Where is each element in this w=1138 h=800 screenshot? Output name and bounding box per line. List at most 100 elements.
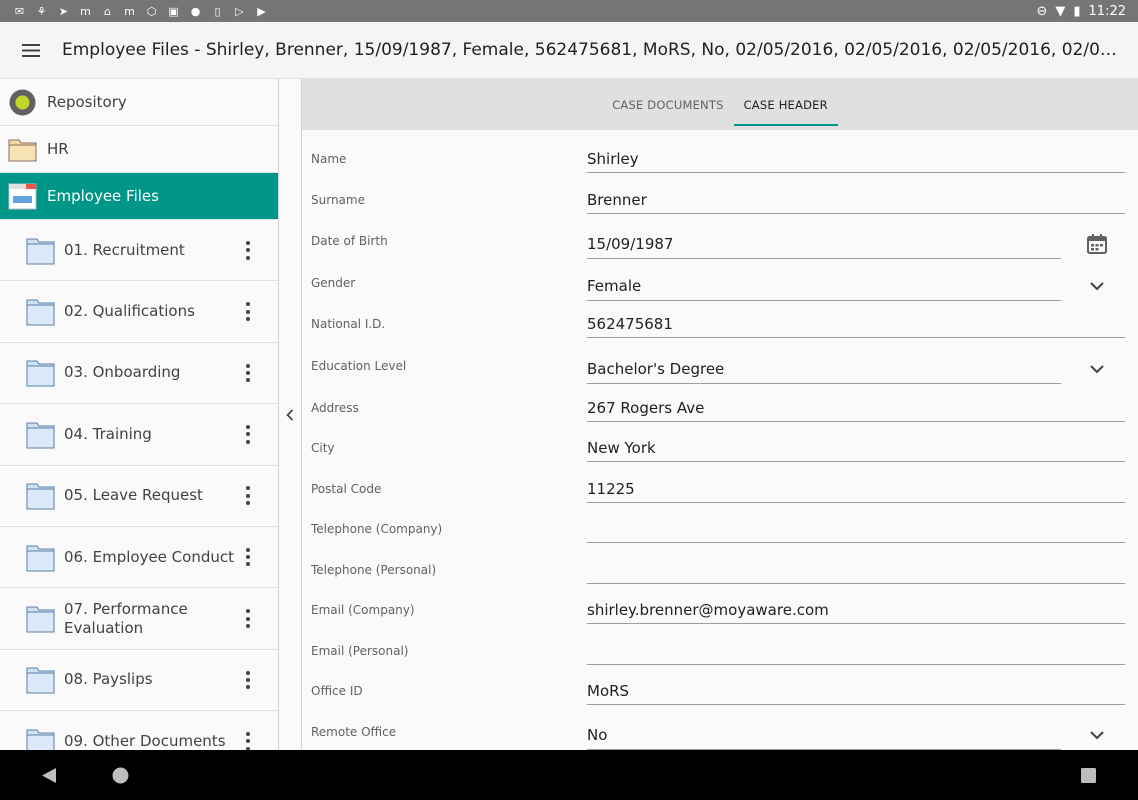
surname-field[interactable]: Brenner — [587, 191, 647, 209]
folder-label: 09. Other Documents — [64, 731, 226, 750]
tree-item-employee-files[interactable]: Employee Files — [0, 173, 278, 220]
address-field[interactable]: 267 Rogers Ave — [587, 399, 704, 417]
chevron-down-icon[interactable] — [1085, 357, 1109, 381]
education-level-field[interactable]: Bachelor's Degree — [587, 360, 724, 378]
tree-item-repository[interactable]: Repository — [0, 79, 278, 126]
menu-button[interactable] — [0, 22, 62, 79]
postal-code-field[interactable]: 11225 — [587, 480, 635, 498]
tree-item-label: Employee Files — [47, 187, 159, 205]
form-row-telephone-personal: Telephone (Personal) — [302, 541, 1138, 584]
more-options-icon[interactable] — [242, 730, 254, 750]
folder-icon — [26, 422, 55, 449]
folder-item-other-documents[interactable]: 09. Other Documents — [0, 711, 278, 750]
office-id-field[interactable]: MoRS — [587, 682, 629, 700]
field-label: Email (Personal) — [311, 644, 409, 658]
folder-label: 01. Recruitment — [64, 240, 185, 259]
form-row-address: Address 267 Rogers Ave — [302, 379, 1138, 422]
more-options-icon[interactable] — [242, 423, 254, 445]
folder-icon — [26, 606, 55, 633]
back-icon[interactable] — [41, 767, 57, 784]
folder-item-qualifications[interactable]: 02. Qualifications — [0, 281, 278, 343]
folder-item-recruitment[interactable]: 01. Recruitment — [0, 220, 278, 282]
national-i-d-field[interactable]: 562475681 — [587, 315, 673, 333]
repository-icon — [9, 89, 36, 115]
case-type-icon — [8, 183, 37, 210]
more-options-icon[interactable] — [242, 362, 254, 384]
gender-field[interactable]: Female — [587, 277, 641, 295]
battery-icon: ▮ — [1073, 3, 1081, 19]
tree-item-label: Repository — [47, 93, 127, 111]
more-options-icon[interactable] — [242, 485, 254, 507]
city-field[interactable]: New York — [587, 439, 656, 457]
tab-case-header[interactable]: CASE HEADER — [733, 79, 839, 130]
system-icons: ⊖ ▼ ▮ 11:22 — [1036, 4, 1126, 19]
tab-bar: CASE DOCUMENTS CASE HEADER — [302, 79, 1138, 130]
folder-icon — [26, 299, 55, 326]
hex-icon: ⬡ — [146, 4, 157, 18]
form-row-city: City New York — [302, 419, 1138, 462]
field-label: Gender — [311, 276, 356, 290]
folder-item-training[interactable]: 04. Training — [0, 404, 278, 466]
page-title: Employee Files - Shirley, Brenner, 15/09… — [62, 40, 1117, 60]
folder-icon — [26, 483, 55, 510]
more-options-icon[interactable] — [242, 301, 254, 323]
folder-item-performance-evaluation[interactable]: 07. Performance Evaluation — [0, 588, 278, 650]
folder-label: 03. Onboarding — [64, 363, 181, 382]
folder-icon — [26, 360, 55, 387]
play-store-icon: ▷ — [235, 4, 244, 18]
email-company-field[interactable]: shirley.brenner@moyaware.com — [587, 601, 829, 619]
recents-icon[interactable] — [1081, 768, 1096, 783]
cabinet-folder-icon — [8, 139, 37, 162]
more-options-icon[interactable] — [242, 546, 254, 568]
date-of-birth-field[interactable]: 15/09/1987 — [587, 235, 673, 253]
more-options-icon[interactable] — [242, 239, 254, 261]
field-label: Surname — [311, 193, 365, 207]
folder-label: 07. Performance Evaluation — [64, 599, 188, 637]
arrow-icon: ➤ — [58, 4, 69, 18]
form-row-surname: Surname Brenner — [302, 171, 1138, 214]
folder-list: 01. Recruitment 02. Qualifications 03. O… — [0, 220, 278, 750]
folder-item-employee-conduct[interactable]: 06. Employee Conduct — [0, 527, 278, 589]
folder-icon — [26, 729, 55, 750]
form-row-education-level: Education Level Bachelor's Degree — [302, 337, 1138, 384]
field-label: Telephone (Personal) — [311, 563, 437, 577]
form-row-national-i-d: National I.D. 562475681 — [302, 295, 1138, 338]
phone-icon: ▯ — [214, 4, 221, 18]
name-field[interactable]: Shirley — [587, 150, 639, 168]
folder-label: 04. Training — [64, 424, 152, 443]
field-label: City — [311, 441, 335, 455]
field-label: Education Level — [311, 359, 407, 373]
chevron-left-icon — [286, 408, 294, 421]
collapse-sidebar-button[interactable] — [279, 79, 302, 750]
image-icon: ▣ — [168, 4, 179, 18]
tab-case-documents[interactable]: CASE DOCUMENTS — [602, 79, 733, 130]
more-options-icon[interactable] — [242, 669, 254, 691]
folder-icon — [26, 667, 55, 694]
notification-icons: ✉ ⚘ ➤ m ⌂ m ⬡ ▣ ● ▯ ▷ ▶ — [12, 5, 269, 18]
folder-label: 08. Payslips — [64, 670, 153, 689]
clock: 11:22 — [1088, 3, 1126, 19]
form-row-name: Name Shirley — [302, 130, 1138, 173]
play-icon: ▶ — [257, 4, 266, 18]
more-options-icon[interactable] — [242, 608, 254, 630]
folder-label: 06. Employee Conduct — [64, 547, 234, 566]
tree-item-hr[interactable]: HR — [0, 126, 278, 173]
status-bar: ✉ ⚘ ➤ m ⌂ m ⬡ ▣ ● ▯ ▷ ▶ ⊖ ▼ ▮ 11:22 — [0, 0, 1138, 22]
folder-item-payslips[interactable]: 08. Payslips — [0, 650, 278, 712]
folder-item-leave-request[interactable]: 05. Leave Request — [0, 466, 278, 527]
folder-item-onboarding[interactable]: 03. Onboarding — [0, 343, 278, 405]
field-label: Name — [311, 152, 347, 166]
form-row-remote-office: Remote Office No — [302, 703, 1138, 750]
calendar-icon[interactable] — [1085, 232, 1109, 256]
home-icon[interactable] — [112, 767, 129, 784]
form-row-email-personal: Email (Personal) — [302, 622, 1138, 665]
hamburger-menu-icon — [22, 43, 40, 57]
remote-office-field[interactable]: No — [587, 726, 607, 744]
field-label: Postal Code — [311, 482, 382, 496]
circle-icon: ● — [190, 4, 201, 18]
field-label: Remote Office — [311, 725, 397, 739]
field-label: Date of Birth — [311, 234, 388, 248]
dnd-icon: ⊖ — [1036, 3, 1048, 19]
chevron-down-icon[interactable] — [1085, 723, 1109, 747]
form-row-date-of-birth: Date of Birth 15/09/1987 — [302, 212, 1138, 259]
